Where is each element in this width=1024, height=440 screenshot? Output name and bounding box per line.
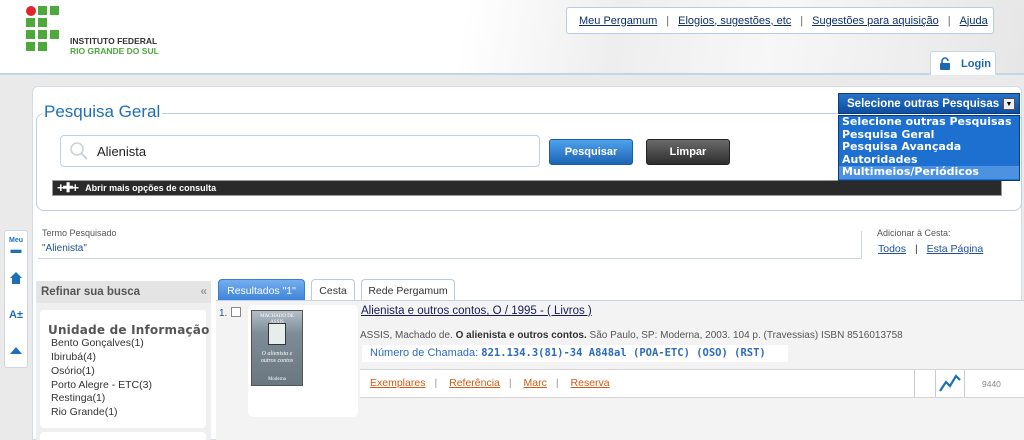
action-separator: | — [434, 377, 438, 389]
ref-author: ASSIS, Machado de. — [360, 330, 456, 341]
termo-box — [38, 231, 862, 259]
header-divider — [0, 73, 1024, 75]
meu-label: Meu — [9, 237, 23, 244]
cesta-page-link[interactable]: Esta Página — [927, 243, 984, 255]
logo-square — [38, 6, 47, 15]
refine-header[interactable]: Refinar sua busca « — [36, 281, 211, 303]
call-number-label: Número de Chamada: — [370, 347, 482, 359]
logo-square — [26, 30, 35, 39]
dropdown-option[interactable]: Pesquisa Avançada — [839, 140, 1019, 154]
logo-square — [38, 30, 47, 39]
cesta-links: Todos | Esta Página — [878, 243, 983, 255]
search-legend: Pesquisa Geral — [42, 102, 163, 122]
ref-title: O alienista e outros contos. — [455, 330, 587, 341]
record-count: 9440 — [982, 379, 1001, 389]
meu-tool[interactable]: Meu ▬ — [5, 237, 27, 256]
institution-logo[interactable]: INSTITUTO FEDERAL RIO GRANDE DO SUL — [26, 6, 166, 58]
record-reference: ASSIS, Machado de. O alienista e outros … — [360, 330, 903, 341]
nav-separator: | — [947, 14, 951, 27]
call-number: Número de Chamada: 821.134.3(81)-34 A848… — [362, 345, 788, 362]
logo-square — [50, 6, 59, 15]
nav-ajuda[interactable]: Ajuda — [960, 15, 988, 27]
login-button[interactable]: Login — [930, 51, 996, 75]
refine-title: Refinar sua busca — [41, 286, 141, 298]
chevron-down-icon: ▼ — [1003, 98, 1015, 110]
result-checkbox[interactable] — [231, 307, 241, 317]
select-value: Selecione outras Pesquisas — [847, 97, 1000, 110]
unit-title: Unidade de Informação — [48, 323, 210, 337]
up-arrow-icon[interactable] — [5, 345, 27, 358]
call-number-value: 821.134.3(81)-34 A848al (POA-ETC) (OSO) … — [481, 347, 766, 359]
clear-button[interactable]: Limpar — [646, 139, 730, 165]
termo-value: "Alienista" — [42, 243, 87, 254]
nav-meu-pergamum[interactable]: Meu Pergamum — [579, 15, 657, 27]
record-actions: Exemplares | Referência | Marc | Reserva — [370, 377, 610, 389]
unit-item[interactable]: Porto Alegre - ETC(3) — [51, 379, 152, 391]
login-label: Login — [961, 57, 991, 70]
tab-rede-pergamum[interactable]: Rede Pergamum — [361, 279, 455, 301]
exemplares-link[interactable]: Exemplares — [370, 377, 425, 389]
nav-separator: | — [666, 14, 670, 27]
tab-cesta[interactable]: Cesta — [311, 279, 355, 301]
search-input[interactable]: Alienista — [60, 135, 540, 167]
divider — [935, 370, 936, 397]
cover-figure — [268, 323, 286, 345]
unit-item[interactable]: Restinga(1) — [51, 392, 105, 404]
logo-square — [26, 18, 35, 27]
search-button[interactable]: Pesquisar — [549, 139, 633, 165]
other-searches-dropdown: Selecione outras Pesquisas Pesquisa Gera… — [838, 115, 1020, 181]
book-cover-image[interactable]: MACHADO DE ASSIS O alienista e outros co… — [251, 310, 303, 386]
unit-item[interactable]: Bento Gonçalves(1) — [51, 337, 144, 349]
dropdown-option[interactable]: Selecione outras Pesquisas — [839, 115, 1019, 129]
unit-item[interactable]: Rio Grande(1) — [51, 406, 118, 418]
termo-label: Termo Pesquisado — [42, 228, 117, 238]
action-separator: | — [508, 377, 512, 389]
result-number: 1. — [219, 308, 228, 319]
unit-item[interactable]: Osório(1) — [51, 365, 95, 377]
cesta-separator: | — [914, 243, 918, 255]
reserva-link[interactable]: Reserva — [571, 377, 610, 389]
record-title-link[interactable]: Alienista e outros contos, O / 1995 - ( … — [361, 305, 592, 317]
logo-square — [50, 30, 59, 39]
plus-icon: +✚+ — [57, 180, 79, 195]
nav-sugestoes[interactable]: Sugestões para aquisição — [812, 15, 939, 27]
logo-square — [38, 42, 47, 51]
home-icon[interactable] — [5, 271, 27, 288]
unit-card — [40, 432, 206, 440]
font-size-icon[interactable]: A± — [5, 309, 27, 321]
divider — [914, 370, 915, 397]
collapse-icon[interactable]: « — [200, 284, 207, 298]
search-input-value: Alienista — [97, 143, 147, 159]
marc-link[interactable]: Marc — [524, 377, 547, 389]
nav-separator: | — [800, 14, 804, 27]
unit-item[interactable]: Ibirubá(4) — [51, 351, 96, 363]
padlock-icon — [940, 56, 950, 70]
more-options-bar[interactable]: +✚+ Abrir mais opções de consulta — [52, 180, 1002, 196]
logo-square — [26, 42, 35, 51]
more-options-label: Abrir mais opções de consulta — [85, 183, 217, 193]
statistics-chart-icon[interactable] — [938, 372, 962, 394]
cesta-all-link[interactable]: Todos — [878, 243, 906, 255]
top-navigation: Meu Pergamum | Elogios, sugestões, etc | S… — [566, 7, 994, 34]
referencia-link[interactable]: Referência — [449, 377, 500, 389]
search-icon — [70, 142, 88, 160]
dropdown-option-highlighted[interactable]: Multimeios/Periódicos — [839, 165, 1019, 179]
other-searches-select[interactable]: Selecione outras Pesquisas ▼ — [838, 93, 1020, 114]
basket-icon: ▬ — [10, 244, 22, 256]
cesta-label: Adicionar à Cesta: — [877, 228, 951, 238]
tab-results[interactable]: Resultados "1" — [218, 279, 305, 301]
divider — [964, 370, 965, 397]
logo-line-2: RIO GRANDE DO SUL — [70, 46, 159, 56]
action-separator: | — [555, 377, 559, 389]
nav-elogios[interactable]: Elogios, sugestões, etc — [678, 15, 791, 27]
side-toolbar: Meu ▬ A± — [4, 230, 28, 368]
logo-square — [38, 18, 47, 27]
ref-details: São Paulo, SP: Moderna, 2003. 104 p. (Tr… — [586, 330, 903, 341]
logo-red-dot — [26, 6, 36, 16]
logo-line-1: INSTITUTO FEDERAL — [70, 36, 158, 46]
cover-title: O alienista e outros contos — [260, 351, 294, 364]
cover-publisher: Moderna — [267, 377, 287, 382]
